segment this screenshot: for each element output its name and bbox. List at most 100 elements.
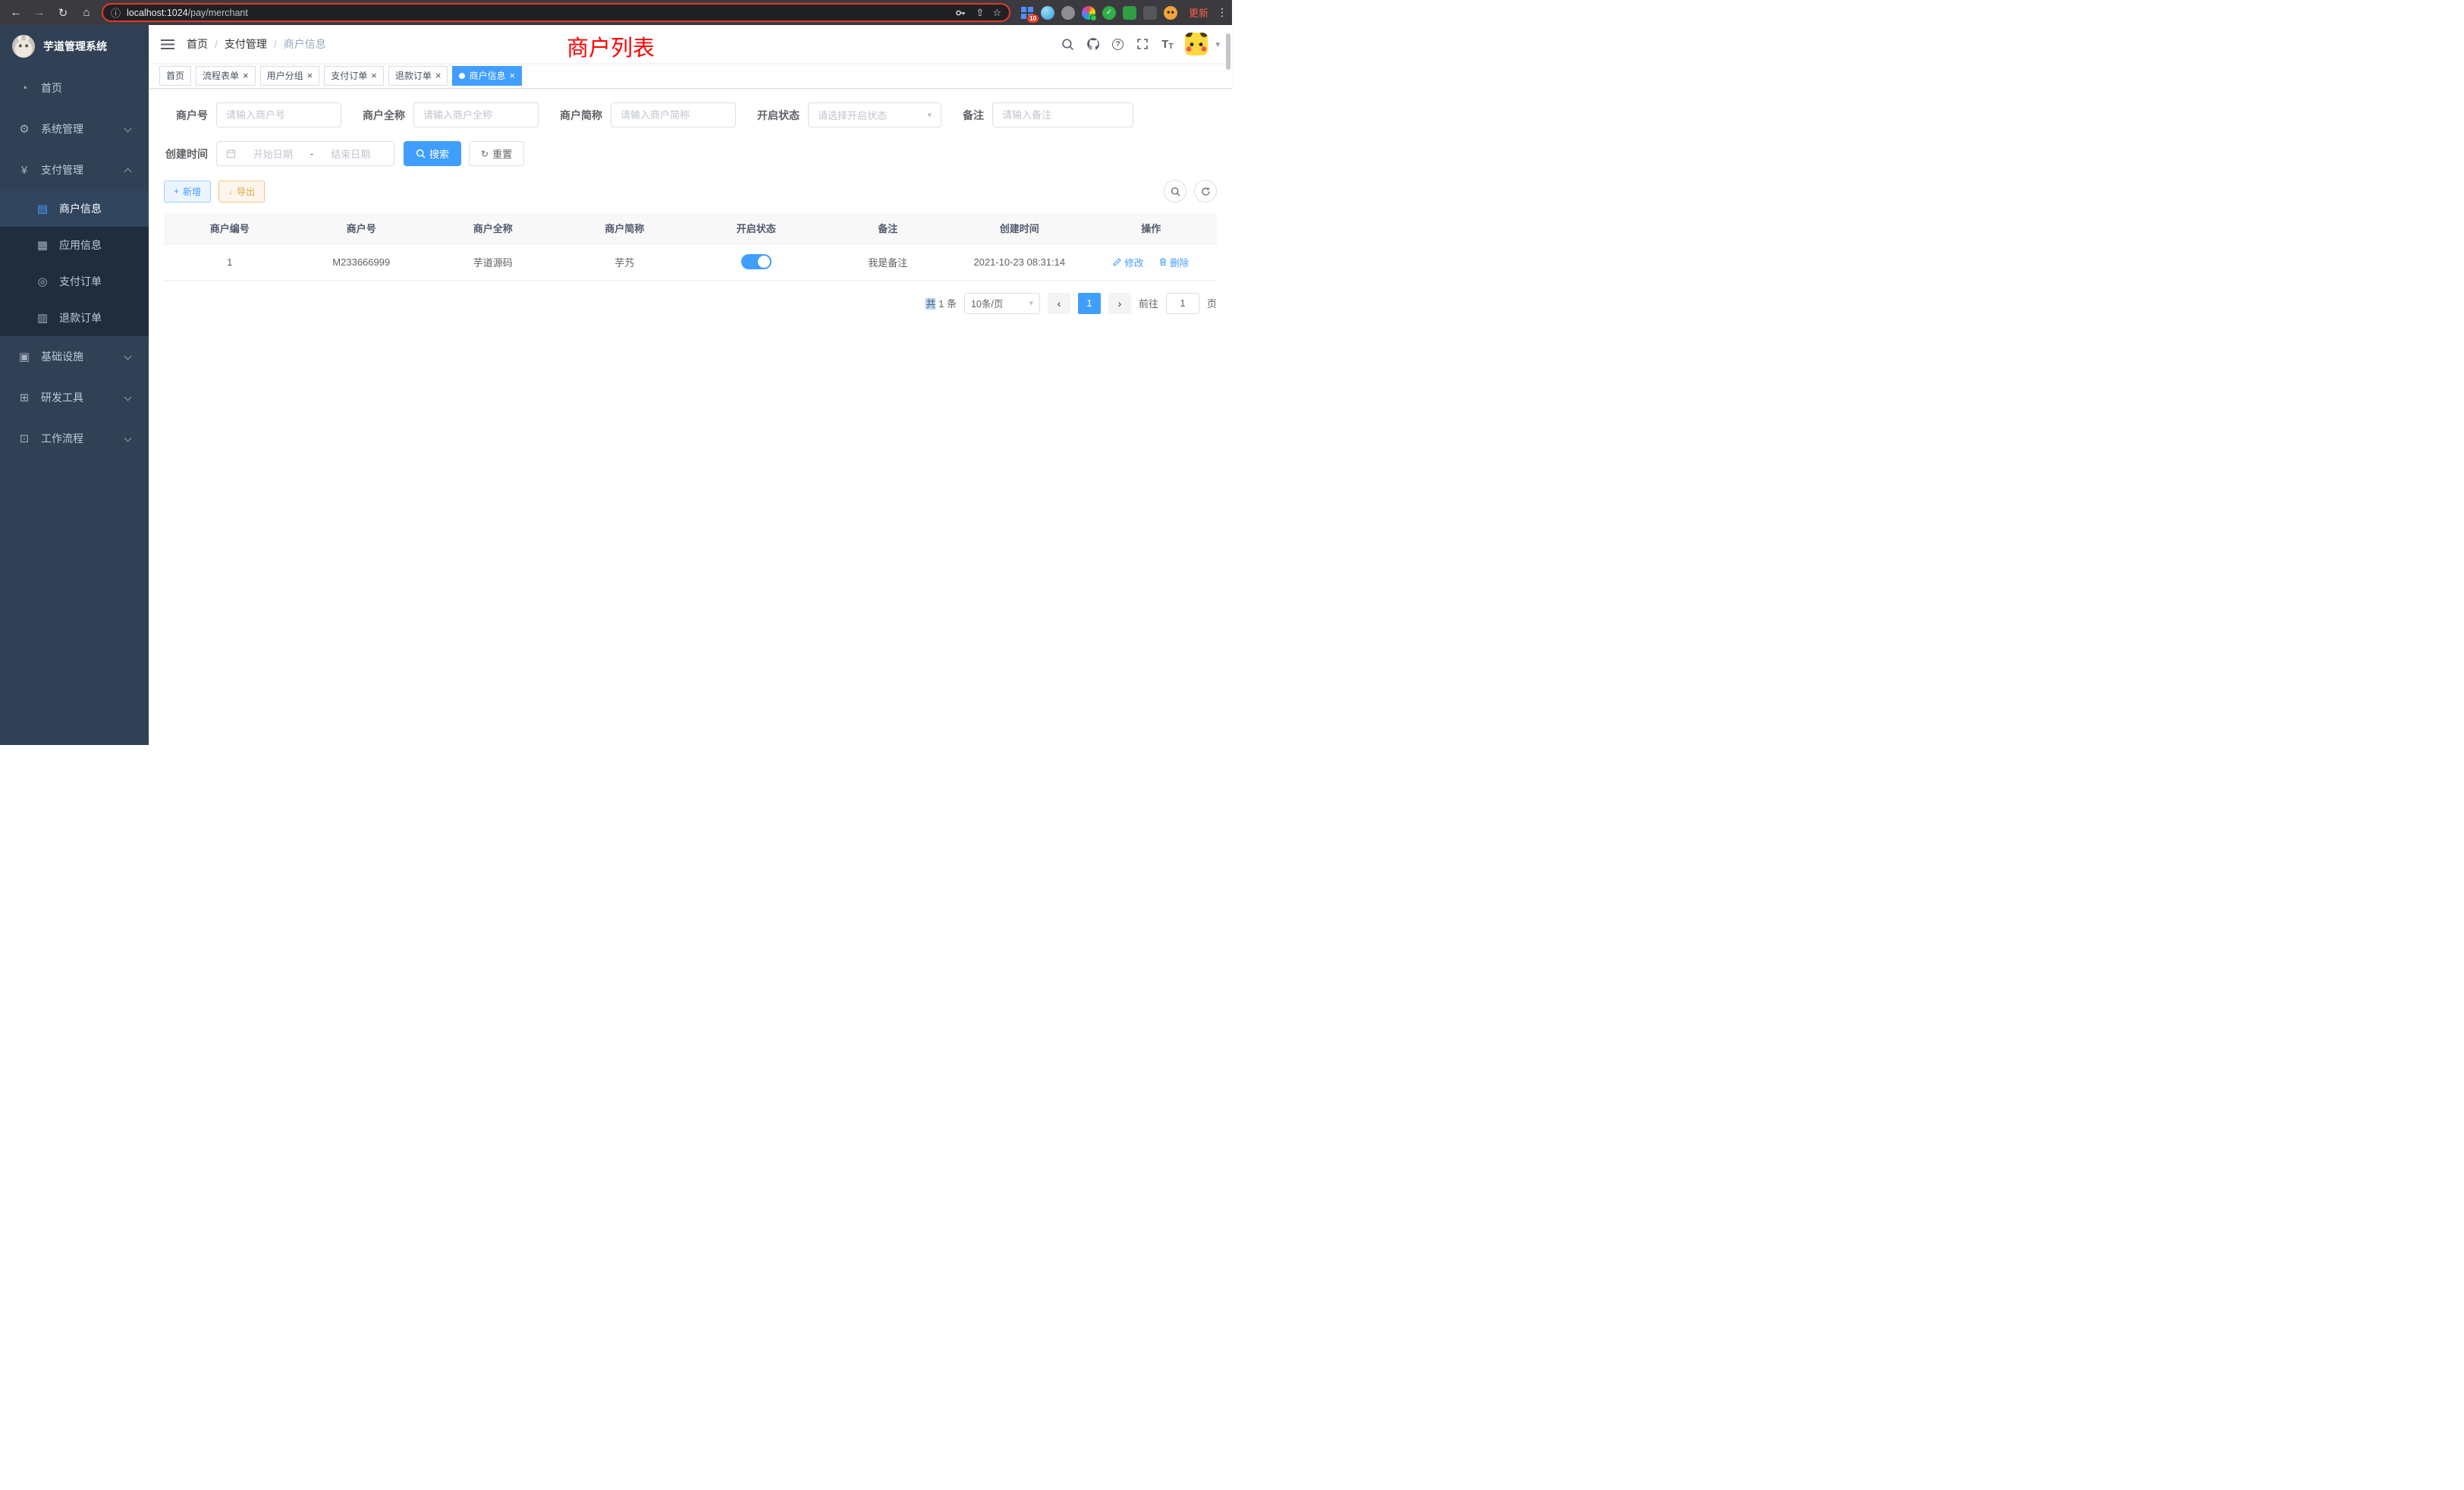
share-icon[interactable]: ⇧ [976,7,984,19]
extension-green-check-icon[interactable]: ✓ [1102,6,1116,20]
export-button[interactable]: ↓ 导出 [218,181,265,203]
cell-short-name: 芋艿 [559,244,691,280]
page-annotation-title: 商户列表 [567,30,655,62]
close-icon[interactable]: × [435,71,442,80]
sidebar-item-workflow[interactable]: ⊡ 工作流程 [0,418,149,459]
close-icon[interactable]: × [509,71,515,80]
col-actions: 操作 [1086,213,1218,244]
password-key-icon[interactable] [954,6,967,20]
url-host: localhost:1024 [127,8,188,18]
start-date-placeholder: 开始日期 [239,146,307,161]
sidebar-item-pay[interactable]: ¥ 支付管理 [0,149,149,190]
merchant-no-input[interactable] [226,109,332,121]
extensions-area: 10 ✓ [1017,6,1180,20]
bookmark-star-icon[interactable]: ☆ [992,7,1001,19]
site-info-icon[interactable]: ⓘ [111,5,121,20]
extension-puzzle-icon[interactable] [1143,6,1157,20]
fullscreen-icon[interactable] [1136,37,1149,51]
extension-colorful-icon[interactable] [1082,6,1095,20]
tab-merchant-info[interactable]: 商户信息 × [452,66,522,86]
refresh-table-button[interactable] [1194,180,1217,203]
sidebar-item-home[interactable]: ◔ 首页 [0,68,149,108]
extension-green-square-icon[interactable] [1123,6,1136,20]
short-name-input[interactable] [621,109,726,121]
sidebar-item-label: 退款订单 [59,310,102,325]
close-icon[interactable]: × [243,71,249,80]
sidebar-item-system[interactable]: ⚙ 系统管理 [0,108,149,149]
breadcrumb-pay[interactable]: 支付管理 [225,36,267,52]
collapse-sidebar-icon[interactable] [161,39,174,49]
sidebar-item-refund-order[interactable]: ▥ 退款订单 [0,300,149,336]
status-toggle[interactable] [741,254,772,269]
active-dot [459,73,465,79]
tab-flow-form[interactable]: 流程表单 × [196,66,256,86]
col-create-time: 创建时间 [954,213,1086,244]
extension-gray-icon[interactable] [1061,6,1075,20]
app-title: 芋道管理系统 [43,39,107,54]
dashboard-icon: ◔ [15,82,33,95]
tab-refund-order[interactable]: 退款订单 × [388,66,448,86]
page-scrollbar-thumb[interactable] [1226,33,1230,70]
tab-pay-order[interactable]: 支付订单 × [324,66,384,86]
card-icon: ▤ [33,202,52,215]
reset-button[interactable]: ↻ 重置 [469,141,524,166]
user-avatar[interactable] [1185,33,1208,55]
merchant-table: 商户编号 商户号 商户全称 商户简称 开启状态 备注 创建时间 操作 1 M23… [164,213,1217,281]
url-text: localhost:1024/pay/merchant [127,8,248,18]
col-merchant-id: 商户编号 [164,213,296,244]
close-icon[interactable]: × [371,71,377,80]
address-bar[interactable]: ⓘ localhost:1024/pay/merchant ⇧ ☆ [102,3,1010,22]
status-select[interactable]: 请选择开启状态 ▾ [808,102,941,127]
close-icon[interactable]: × [307,71,313,80]
toggle-search-button[interactable] [1164,180,1186,203]
chevron-down-icon [124,125,132,133]
cell-merchant-id: 1 [164,244,296,280]
avatar-caret-icon[interactable]: ▾ [1215,39,1220,49]
toolbox-icon: ⊞ [15,391,33,404]
app-logo[interactable]: 芋道管理系统 [0,25,149,68]
next-page-button[interactable]: › [1108,293,1131,314]
refresh-icon: ↻ [481,149,489,159]
prev-page-button[interactable]: ‹ [1048,293,1070,314]
sidebar-item-devtools[interactable]: ⊞ 研发工具 [0,377,149,418]
sidebar-item-merchant-info[interactable]: ▤ 商户信息 [0,190,149,227]
browser-forward-icon[interactable]: → [31,6,48,19]
sidebar-item-label: 研发工具 [41,390,83,405]
sidebar-item-app-info[interactable]: ▦ 应用信息 [0,227,149,263]
search-icon[interactable] [1061,37,1074,51]
extension-drop-icon[interactable] [1041,6,1054,20]
chevron-down-icon: ▾ [1029,298,1033,308]
yen-icon: ¥ [15,164,33,177]
sidebar-item-pay-order[interactable]: ◎ 支付订单 [0,263,149,300]
breadcrumb-home[interactable]: 首页 [187,36,208,52]
logo-avatar [12,35,35,58]
extension-face-icon[interactable] [1164,6,1177,20]
page-size-select[interactable]: 10条/页 ▾ [964,293,1040,314]
create-time-range-picker[interactable]: 开始日期 - 结束日期 [216,141,394,166]
search-button[interactable]: 搜索 [404,141,461,166]
github-icon[interactable] [1086,37,1100,51]
browser-home-icon[interactable]: ⌂ [78,6,95,19]
create-time-label: 创建时间 [164,146,208,162]
page-number-button[interactable]: 1 [1078,293,1101,314]
remark-input[interactable] [1002,109,1124,121]
browser-menu-icon[interactable]: ⋮ [1217,6,1224,19]
browser-back-icon[interactable]: ← [8,6,24,19]
cell-remark: 我是备注 [822,244,954,280]
chevron-up-icon [124,168,132,176]
sidebar-item-infra[interactable]: ▣ 基础设施 [0,336,149,377]
delete-button[interactable]: 删除 [1158,255,1189,269]
tab-home[interactable]: 首页 [159,66,191,86]
extension-grid-icon[interactable]: 10 [1020,6,1034,20]
edit-button[interactable]: 修改 [1113,255,1143,269]
goto-page-input[interactable] [1166,293,1199,314]
browser-update-button[interactable]: 更新 [1189,5,1208,20]
full-name-input[interactable] [423,109,529,121]
help-icon[interactable]: ? [1112,39,1124,50]
browser-reload-icon[interactable]: ↻ [55,6,71,20]
page-unit-label: 页 [1207,296,1217,310]
tab-user-group[interactable]: 用户分组 × [260,66,320,86]
font-size-icon[interactable]: TT [1161,38,1173,51]
add-button[interactable]: + 新增 [164,181,211,203]
status-label: 开启状态 [757,108,800,123]
